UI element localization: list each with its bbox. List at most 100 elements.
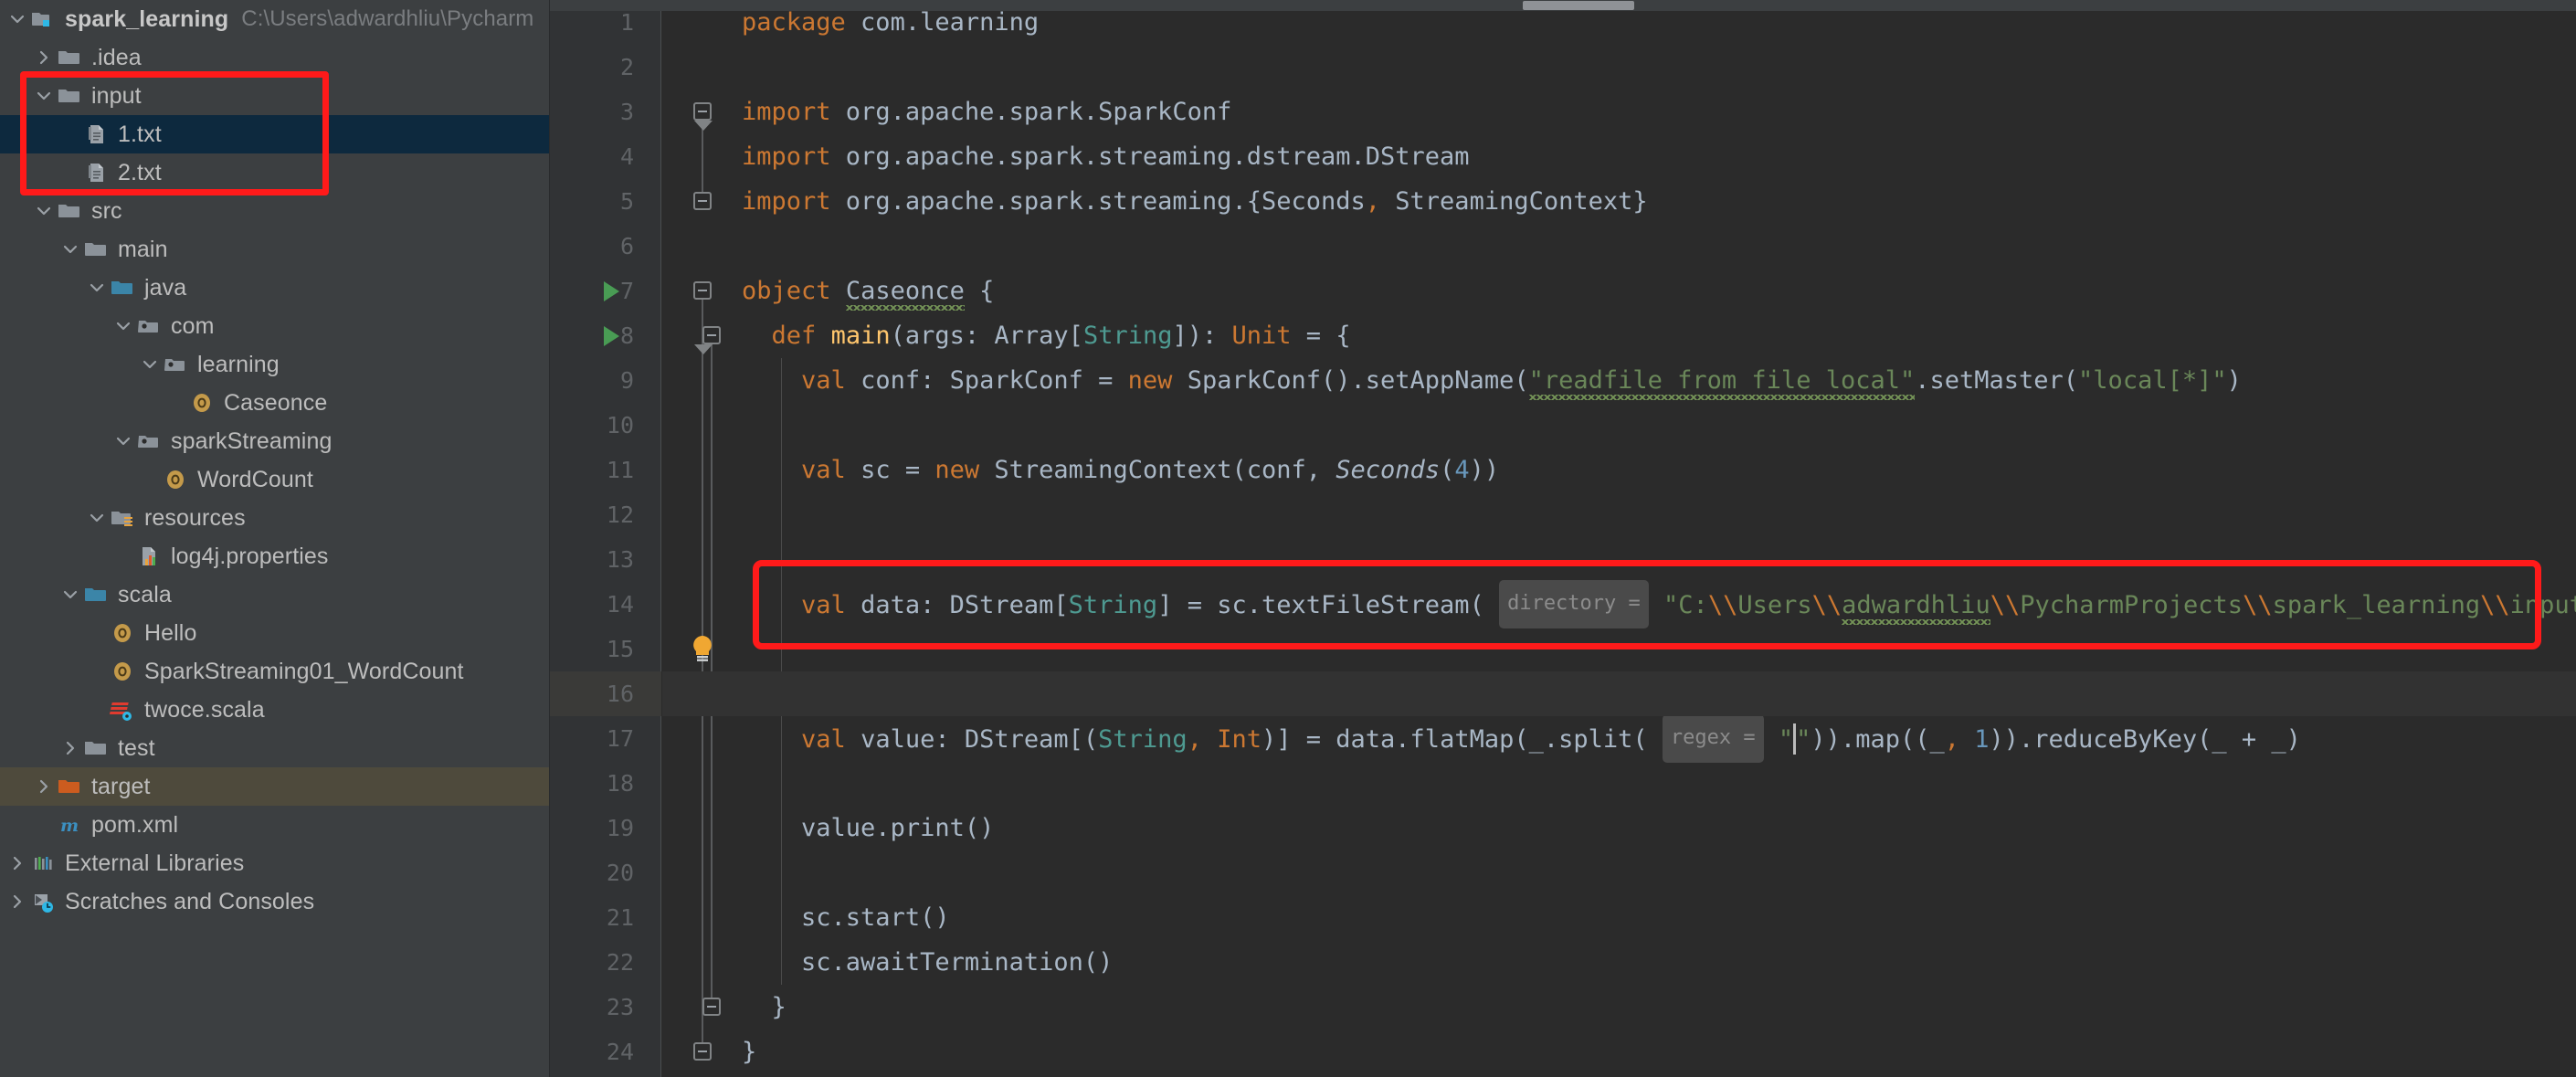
- current-line-highlight: [662, 671, 2576, 716]
- token-keyword: val: [801, 456, 846, 484]
- tree-item-learning[interactable]: learning: [0, 345, 550, 384]
- chevron-right-icon[interactable]: [58, 736, 82, 760]
- chevron-down-icon[interactable]: [58, 238, 82, 261]
- code-text-area[interactable]: package com.learning import org.apache.sp…: [731, 0, 2576, 1077]
- tree-item-target[interactable]: target: [0, 767, 550, 806]
- tree-item-input[interactable]: input: [0, 77, 550, 115]
- project-tree-panel[interactable]: spark_learning C:\Users\adwardhliu\Pychar…: [0, 0, 550, 1077]
- code-line-4[interactable]: import org.apache.spark.streaming.dstrea…: [742, 134, 2576, 179]
- tree-item-test[interactable]: test: [0, 729, 550, 767]
- fold-collapse-icon[interactable]: [693, 192, 712, 210]
- code-line-14[interactable]: val data: DStream[String] = sc.textFileS…: [742, 580, 2576, 628]
- resources-root-folder-icon: [109, 504, 136, 532]
- code-line-22[interactable]: sc.awaitTermination(): [742, 940, 2576, 985]
- token-keyword: import: [742, 143, 831, 171]
- tree-item-label: input: [91, 82, 142, 109]
- fold-collapse-icon[interactable]: [693, 102, 712, 121]
- chevron-down-icon[interactable]: [138, 353, 162, 376]
- fold-collapse-icon[interactable]: [693, 1042, 712, 1061]
- line-number: 24: [606, 1039, 634, 1065]
- ide-window: spark_learning C:\Users\adwardhliu\Pychar…: [0, 0, 2576, 1077]
- line-number: 7: [619, 278, 634, 304]
- tree-item-label: log4j.properties: [171, 543, 329, 569]
- folder-icon: [56, 82, 83, 110]
- code-line-17[interactable]: val value: DStream[(String, Int)] = data…: [742, 714, 2576, 763]
- line-number-gutter[interactable]: 1234567891011121314151617181920212223242…: [550, 0, 661, 1077]
- chevron-down-icon[interactable]: [5, 7, 29, 31]
- chevron-down-icon[interactable]: [85, 506, 109, 530]
- tree-item-label: src: [91, 197, 122, 224]
- code-line-7[interactable]: object Caseonce {: [742, 269, 2576, 313]
- tree-item-twoce-scala[interactable]: twoce.scala: [0, 691, 550, 729]
- code-line-19[interactable]: value.print(): [742, 806, 2576, 850]
- source-root-folder-icon: [109, 274, 136, 301]
- code-line-9[interactable]: val conf: SparkConf = new SparkConf().se…: [742, 358, 2576, 403]
- package-icon: [135, 428, 163, 455]
- line-number: 12: [606, 502, 634, 528]
- tree-item-label: Caseonce: [224, 389, 328, 416]
- line-number: 5: [619, 188, 634, 215]
- tree-item-com[interactable]: com: [0, 307, 550, 345]
- scala-object-icon: [162, 466, 189, 493]
- code-line-23[interactable]: }: [742, 985, 2576, 1029]
- tree-item-sparkstreaming01-wordcount[interactable]: SparkStreaming01_WordCount: [0, 652, 550, 691]
- fold-collapse-icon[interactable]: [702, 326, 721, 344]
- tree-item--idea[interactable]: .idea: [0, 38, 550, 77]
- line-number: 20: [606, 860, 634, 886]
- code-line-3[interactable]: import org.apache.spark.SparkConf: [742, 90, 2576, 134]
- chevron-down-icon[interactable]: [32, 199, 56, 223]
- tree-item-label: SparkStreaming01_WordCount: [144, 658, 464, 684]
- code-line-8[interactable]: def main(args: Array[String]): Unit = {: [742, 313, 2576, 358]
- chevron-down-icon[interactable]: [111, 314, 135, 338]
- chevron-down-icon[interactable]: [32, 84, 56, 108]
- token-path-string: "C:\\Users\\adwardhliu\\PycharmProjects\…: [1663, 591, 2576, 619]
- tree-item-resources[interactable]: resources: [0, 499, 550, 537]
- code-folding-strip[interactable]: [662, 0, 731, 1077]
- token-keyword: val: [801, 366, 846, 395]
- fold-region-end: [694, 121, 713, 131]
- fold-collapse-icon[interactable]: [702, 998, 721, 1016]
- line-number: 17: [606, 725, 634, 752]
- run-gutter-icon[interactable]: [604, 281, 619, 301]
- code-line-21[interactable]: sc.start(): [742, 895, 2576, 940]
- run-gutter-icon[interactable]: [604, 326, 619, 346]
- tree-item-log4j-properties[interactable]: log4j.properties: [0, 537, 550, 575]
- chevron-right-icon[interactable]: [5, 890, 29, 913]
- tree-item-main[interactable]: main: [0, 230, 550, 269]
- line-number: 3: [619, 99, 634, 125]
- tree-item-wordcount[interactable]: WordCount: [0, 460, 550, 499]
- horizontal-scrollbar-track[interactable]: [550, 0, 2576, 11]
- tree-item-scala[interactable]: scala: [0, 575, 550, 614]
- tree-item-java[interactable]: java: [0, 269, 550, 307]
- code-line-5[interactable]: import org.apache.spark.streaming.{Secon…: [742, 179, 2576, 224]
- tree-item-label: .idea: [91, 44, 142, 70]
- chevron-right-icon[interactable]: [32, 46, 56, 69]
- tree-item-pom-xml[interactable]: m pom.xml: [0, 806, 550, 844]
- tree-item-sparkstreaming[interactable]: sparkStreaming: [0, 422, 550, 460]
- tree-item-external-libraries[interactable]: External Libraries: [0, 844, 550, 882]
- tree-item-2-txt[interactable]: 2.txt: [0, 153, 550, 192]
- chevron-right-icon[interactable]: [5, 851, 29, 875]
- horizontal-scrollbar-thumb[interactable]: [1523, 1, 1634, 10]
- intention-lightbulb-icon[interactable]: [689, 634, 716, 668]
- token-string-appname: "readfile from file local": [1528, 366, 1916, 395]
- code-line-24[interactable]: }: [742, 1029, 2576, 1074]
- chevron-right-icon[interactable]: [32, 775, 56, 798]
- properties-file-icon: [135, 543, 163, 570]
- chevron-down-icon[interactable]: [85, 276, 109, 300]
- chevron-down-icon[interactable]: [58, 583, 82, 607]
- tree-item-caseonce[interactable]: Caseonce: [0, 384, 550, 422]
- code-editor[interactable]: 1234567891011121314151617181920212223242…: [550, 0, 2576, 1077]
- token-identifier: org.apache.spark.SparkConf: [830, 98, 1232, 126]
- code-line-11[interactable]: val sc = new StreamingContext(conf, Seco…: [742, 448, 2576, 492]
- fold-collapse-icon[interactable]: [693, 281, 712, 300]
- chevron-down-icon[interactable]: [111, 429, 135, 453]
- tree-item-spark-learning[interactable]: spark_learning C:\Users\adwardhliu\Pychar…: [0, 0, 550, 38]
- line-number: 19: [606, 815, 634, 841]
- tree-item-1-txt[interactable]: 1.txt: [0, 115, 550, 153]
- project-tree[interactable]: spark_learning C:\Users\adwardhliu\Pychar…: [0, 0, 550, 921]
- tree-item-scratches-and-consoles[interactable]: Scratches and Consoles: [0, 882, 550, 921]
- tree-item-label: Scratches and Consoles: [65, 888, 315, 914]
- tree-item-src[interactable]: src: [0, 192, 550, 230]
- tree-item-hello[interactable]: Hello: [0, 614, 550, 652]
